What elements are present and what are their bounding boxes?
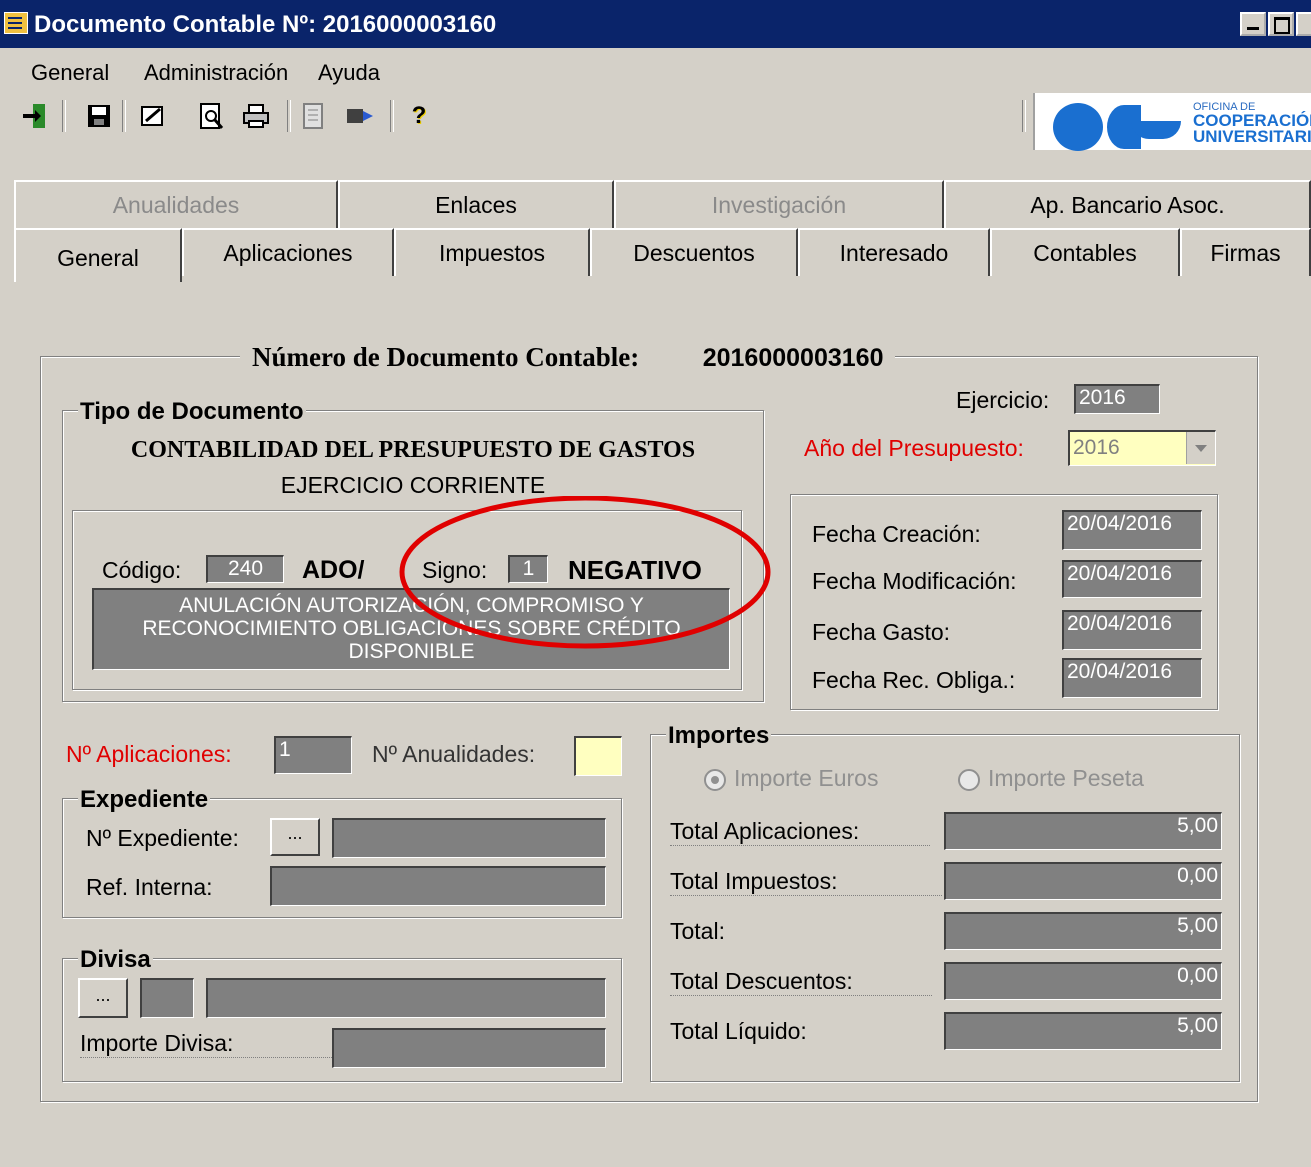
radio-euros-checked-icon [704, 768, 726, 791]
total-descuentos-label: Total Descuentos: [670, 968, 932, 996]
exit-icon[interactable] [20, 100, 50, 132]
document-heading: Número de Documento Contable: 2016000003… [240, 342, 896, 373]
divisa-lookup-button[interactable]: ... [78, 978, 128, 1018]
divisa-legend: Divisa [78, 946, 153, 974]
expediente-legend: Expediente [78, 786, 211, 814]
app-icon [4, 12, 28, 34]
total-liquido-label: Total Líquido: [670, 1018, 807, 1044]
fecha-gasto-field: 20/04/2016 [1062, 610, 1202, 650]
num-anualidades-label: Nº Anualidades: [372, 741, 536, 767]
num-aplicaciones-field: 1 [274, 736, 352, 774]
tipo-documento-legend: Tipo de Documento [78, 398, 306, 426]
fecha-rec-obliga-label: Fecha Rec. Obliga.: [812, 667, 1016, 693]
num-expediente-label: Nº Expediente: [86, 825, 239, 851]
window-title: Documento Contable Nº: 2016000003160 [34, 11, 497, 38]
radio-importe-peseta[interactable]: Importe Peseta [958, 765, 1144, 792]
tipo-line1: CONTABILIDAD DEL PRESUPUESTO DE GASTOS [130, 437, 696, 463]
tab-contables[interactable]: Contables [990, 228, 1180, 276]
tab-general[interactable]: General [14, 228, 182, 282]
importe-divisa-field[interactable] [332, 1028, 606, 1068]
menu-general[interactable]: General [31, 60, 109, 86]
close-button[interactable] [1296, 12, 1311, 36]
fecha-modificacion-label: Fecha Modificación: [812, 568, 1017, 594]
tipo-line2: EJERCICIO CORRIENTE [280, 472, 546, 498]
minimize-button[interactable] [1240, 12, 1266, 36]
total-label: Total: [670, 918, 725, 944]
save-icon[interactable] [84, 100, 114, 132]
radio-importe-euros[interactable]: Importe Euros [704, 765, 878, 792]
tab-interesado[interactable]: Interesado [798, 228, 990, 276]
total-aplicaciones-label: Total Aplicaciones: [670, 818, 930, 846]
refresh-icon[interactable] [345, 100, 375, 132]
document-icon[interactable] [298, 100, 328, 132]
codigo-label: Código: [102, 557, 182, 583]
edit-icon[interactable] [137, 100, 167, 132]
title-bar: Documento Contable Nº: 2016000003160 [0, 0, 1311, 48]
document-number: 2016000003160 [702, 344, 884, 372]
tab-descuentos[interactable]: Descuentos [590, 228, 798, 276]
preview-icon[interactable] [196, 100, 226, 132]
toolbar-separator [390, 100, 394, 132]
fecha-creacion-label: Fecha Creación: [812, 521, 981, 547]
toolbar-separator [1022, 100, 1026, 132]
importe-divisa-label: Importe Divisa: [80, 1030, 332, 1058]
ejercicio-field: 2016 [1074, 384, 1160, 414]
tab-anualidades[interactable]: Anualidades [14, 180, 338, 228]
importes-legend: Importes [666, 722, 772, 750]
anio-presupuesto-select[interactable]: 2016 [1068, 430, 1216, 466]
anio-presupuesto-label: Año del Presupuesto: [804, 435, 1024, 461]
total-impuestos-label: Total Impuestos: [670, 868, 942, 896]
menu-ayuda[interactable]: Ayuda [318, 60, 380, 86]
toolbar-separator [287, 100, 291, 132]
divisa-code-field[interactable] [140, 978, 194, 1018]
maximize-button[interactable] [1268, 12, 1294, 36]
fecha-modificacion-field: 20/04/2016 [1062, 560, 1202, 598]
menu-administracion[interactable]: Administración [144, 60, 288, 86]
print-icon[interactable] [241, 100, 271, 132]
annotation-ellipse [399, 496, 771, 649]
tab-investigacion[interactable]: Investigación [614, 180, 944, 228]
fecha-creacion-field: 20/04/2016 [1062, 510, 1202, 550]
dropdown-arrow-icon[interactable] [1186, 432, 1215, 464]
codigo-name: ADO/ [302, 556, 365, 584]
help-icon[interactable]: ? [404, 100, 434, 132]
toolbar-separator [122, 100, 126, 132]
num-aplicaciones-label: Nº Aplicaciones: [66, 741, 232, 767]
tab-enlaces[interactable]: Enlaces [338, 180, 614, 228]
num-expediente-lookup-button[interactable]: ... [270, 818, 320, 856]
anio-presupuesto-value: 2016 [1073, 436, 1120, 459]
tab-aplicaciones[interactable]: Aplicaciones [182, 228, 394, 276]
fecha-rec-obliga-field: 20/04/2016 [1062, 658, 1202, 698]
total-liquido-field: 5,00 [944, 1012, 1222, 1050]
radio-peseta-icon [958, 768, 980, 791]
ref-interna-label: Ref. Interna: [86, 874, 213, 900]
toolbar-separator [62, 100, 66, 132]
tab-ap-bancario-asoc[interactable]: Ap. Bancario Asoc. [944, 180, 1311, 228]
num-expediente-field[interactable] [332, 818, 606, 858]
total-impuestos-field: 0,00 [944, 862, 1222, 900]
fecha-gasto-label: Fecha Gasto: [812, 619, 951, 645]
oficina-cooperacion-logo: OFICINA DE COOPERACIÓN UNIVERSITARIA [1033, 93, 1311, 151]
ejercicio-label: Ejercicio: [956, 387, 1050, 413]
tab-impuestos[interactable]: Impuestos [394, 228, 590, 276]
divisa-name-field [206, 978, 606, 1018]
tab-firmas[interactable]: Firmas [1180, 228, 1311, 276]
total-descuentos-field: 0,00 [944, 962, 1222, 1000]
codigo-field: 240 [206, 555, 284, 583]
logo-line2: COOPERACIÓN UNIVERSITARIA [1193, 111, 1311, 146]
num-anualidades-field[interactable] [574, 736, 622, 776]
ref-interna-field[interactable] [270, 866, 606, 906]
total-field: 5,00 [944, 912, 1222, 950]
document-heading-label: Número de Documento Contable: [252, 342, 640, 372]
menu-bar: General Administración Ayuda [0, 48, 1311, 92]
total-aplicaciones-field: 5,00 [944, 812, 1222, 850]
